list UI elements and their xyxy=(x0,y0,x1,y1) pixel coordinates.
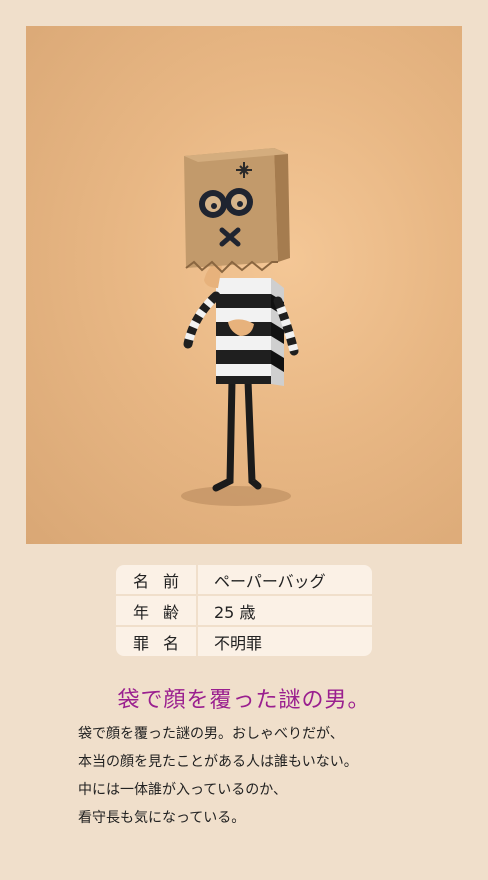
profile-label: 名前 xyxy=(116,565,198,594)
profile-row-crime: 罪名 不明罪 xyxy=(116,625,372,656)
character-description: 袋で顔を覆った謎の男。おしゃべりだが、 本当の顔を見たことがある人は誰もいない。… xyxy=(78,720,458,832)
description-line: 看守長も気になっている。 xyxy=(78,810,246,826)
profile-value: ペーパーバッグ xyxy=(214,571,326,591)
description-line: 本当の顔を見たことがある人は誰もいない。 xyxy=(78,754,358,770)
profile-table: 名前 ペーパーバッグ 年齢 25 歳 罪名 不明罪 xyxy=(116,565,372,656)
character-image xyxy=(26,26,462,544)
character-headline: 袋で顔を覆った謎の男。 xyxy=(117,688,371,713)
profile-row-age: 年齢 25 歳 xyxy=(116,594,372,625)
profile-label: 罪名 xyxy=(116,627,198,656)
description-line: 袋で顔を覆った謎の男。おしゃべりだが、 xyxy=(78,726,344,742)
profile-value: 25 歳 xyxy=(214,602,256,622)
profile-row-name: 名前 ペーパーバッグ xyxy=(116,565,372,594)
description-line: 中には一体誰が入っているのか、 xyxy=(78,782,288,798)
profile-label: 年齢 xyxy=(116,596,198,625)
paper-bag-man-illustration xyxy=(181,148,299,506)
profile-value: 不明罪 xyxy=(214,633,263,653)
